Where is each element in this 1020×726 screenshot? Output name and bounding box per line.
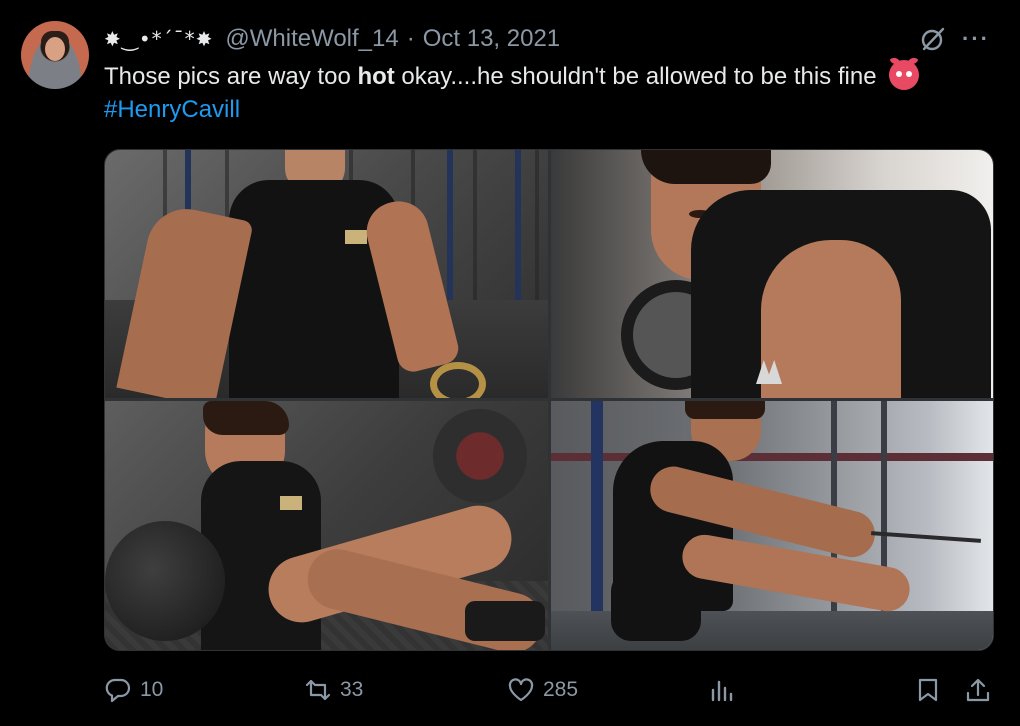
views-button[interactable] [708, 672, 744, 708]
hashtag-link[interactable]: #HenryCavill [104, 96, 240, 123]
retweet-icon [305, 679, 331, 701]
hot-face-devil-emoji [889, 60, 920, 90]
display-name[interactable]: ✸‿•*´¯*✸ [104, 27, 213, 51]
photo-2[interactable] [551, 150, 993, 398]
avatar[interactable] [21, 21, 89, 89]
like-count: 285 [543, 678, 579, 701]
grok-icon[interactable] [920, 26, 946, 52]
reply-icon [105, 678, 131, 703]
tweet-text-end: okay....he shouldn't be allowed to be th… [394, 63, 877, 90]
tweet-text: Those pics are way too hot okay....he sh… [104, 60, 1004, 126]
more-icon[interactable]: ··· [962, 28, 994, 50]
views-icon [711, 680, 733, 702]
tweet-date[interactable]: Oct 13, 2021 [423, 25, 560, 53]
avatar-face [45, 37, 65, 61]
reply-button[interactable]: 10 [104, 672, 163, 708]
photo-3[interactable] [105, 401, 548, 650]
share-icon [966, 678, 990, 702]
reply-count: 10 [140, 678, 164, 701]
share-button[interactable] [964, 672, 1000, 708]
action-bar: 10 33 285 [104, 672, 994, 708]
tweet-header: ✸‿•*´¯*✸ @WhiteWolf_14 · Oct 13, 2021 [104, 24, 560, 54]
tweet-text-bold: hot [357, 63, 395, 90]
photo-1[interactable] [105, 150, 548, 398]
bookmark-icon [918, 678, 938, 702]
photo-4[interactable] [551, 401, 993, 650]
separator-dot: · [406, 25, 415, 52]
retweet-button[interactable]: 33 [304, 672, 363, 708]
retweet-count: 33 [340, 678, 364, 701]
heart-icon [508, 678, 534, 702]
bookmark-button[interactable] [914, 672, 950, 708]
user-handle[interactable]: @WhiteWolf_14 [225, 25, 398, 53]
like-button[interactable]: 285 [507, 672, 578, 708]
media-grid [104, 149, 994, 651]
tweet-text-start: Those pics are way too [104, 63, 358, 90]
